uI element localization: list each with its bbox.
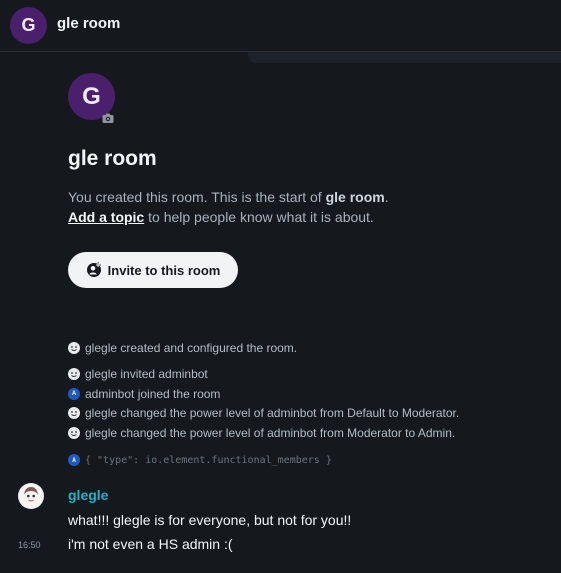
event-text: glegle created and configured the room. [85, 341, 298, 355]
smiley-avatar-icon[interactable] [68, 407, 80, 419]
timeline-top-edge [248, 52, 561, 63]
message-timestamp[interactable]: 16:50 [18, 540, 41, 550]
add-topic-suffix: to help people know what it is about. [144, 209, 374, 225]
room-intro-created-text: You created this room. This is the start… [68, 189, 389, 205]
created-prefix: You created this room. This is the start… [68, 189, 326, 205]
created-room-name: gle room [325, 189, 385, 205]
message-body: i'm not even a HS admin :( [68, 536, 233, 552]
camera-icon[interactable] [101, 111, 115, 125]
sender-avatar[interactable] [18, 483, 44, 509]
add-person-icon [86, 262, 101, 277]
timeline-event: glegle invited adminbot [68, 367, 208, 381]
invite-to-room-button[interactable]: Invite to this room [68, 252, 238, 288]
room-header: G gle room [0, 0, 561, 52]
event-text: glegle invited adminbot [85, 367, 208, 381]
timeline-event: A adminbot joined the room [68, 387, 220, 401]
smiley-avatar-icon[interactable] [68, 427, 80, 439]
smiley-avatar-icon[interactable] [68, 342, 80, 354]
event-text: glegle changed the power level of adminb… [85, 426, 456, 440]
timeline-event: glegle changed the power level of adminb… [68, 426, 455, 440]
timeline-event: glegle created and configured the room. [68, 341, 297, 355]
room-intro-topic-text: Add a topic to help people know what it … [68, 209, 374, 225]
json-event-text: { "type": io.element.functional_members … [85, 454, 332, 466]
smiley-avatar-icon[interactable] [68, 368, 80, 380]
sender-name[interactable]: glegle [68, 487, 108, 503]
letter-avatar-icon[interactable]: A [68, 388, 80, 400]
room-intro-title: gle room [68, 147, 157, 170]
add-topic-link[interactable]: Add a topic [68, 209, 144, 225]
letter-avatar-icon[interactable]: A [68, 454, 80, 466]
room-name[interactable]: gle room [57, 15, 120, 32]
event-text: adminbot joined the room [85, 387, 221, 401]
invite-button-label: Invite to this room [107, 262, 221, 278]
room-avatar[interactable]: G [10, 7, 47, 44]
hidden-event-json: A { "type": io.element.functional_member… [68, 454, 332, 466]
created-suffix: . [384, 189, 389, 205]
anime-avatar-icon [20, 485, 42, 507]
event-text: glegle changed the power level of adminb… [85, 406, 460, 420]
timeline-event: glegle changed the power level of adminb… [68, 406, 459, 420]
message-body: what!!! glegle is for everyone, but not … [68, 512, 352, 528]
